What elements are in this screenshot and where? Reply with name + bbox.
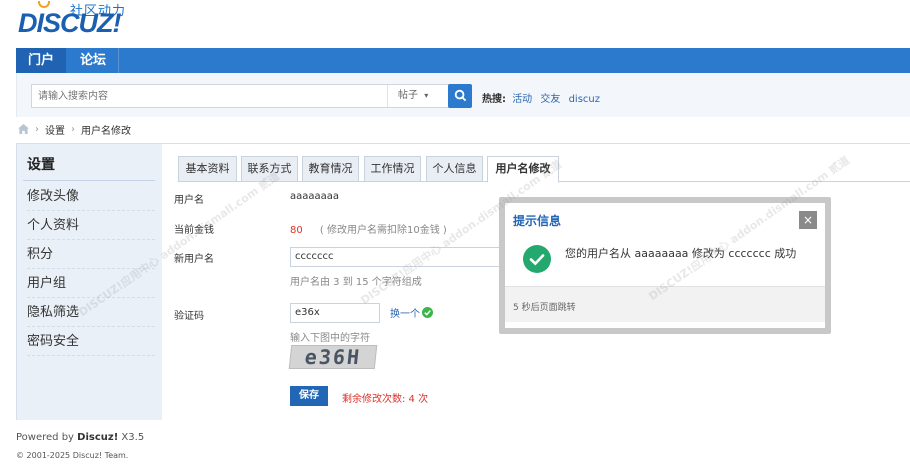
hot-link-discuz[interactable]: discuz (569, 94, 600, 105)
new-username-hint: 用户名由 3 到 15 个字符组成 (290, 277, 422, 288)
site-logo[interactable]: 社区动力 DISCUZ! (16, 0, 176, 40)
sidebar-item-password[interactable]: 密码安全 (27, 327, 155, 356)
breadcrumb-current: 用户名修改 (81, 125, 131, 137)
close-icon[interactable]: × (799, 211, 817, 229)
tab-rename[interactable]: 用户名修改 (487, 156, 559, 183)
nav-divider (118, 48, 119, 73)
captcha-hint: 输入下图中的字符 (290, 333, 370, 344)
hot-link-activity[interactable]: 活动 (512, 94, 532, 105)
hot-link-friends[interactable]: 交友 (540, 94, 560, 105)
money-value: 80 (290, 225, 303, 236)
logo-text: DISCUZ! (18, 8, 121, 38)
redirect-notice: 5 秒后页面跳转 (513, 303, 576, 313)
captcha-label: 验证码 (174, 311, 204, 322)
hot-search-label: 热搜: (482, 94, 506, 105)
modal-overlay-frame: 提示信息 × 您的用户名从 aaaaaaaa 修改为 ccccccc 成功 5 … (499, 197, 831, 334)
check-icon (422, 307, 433, 318)
money-row: 80 ( 修改用户名需扣除10金钱 ) (290, 221, 447, 236)
chevron-down-icon: ▾ (424, 91, 429, 100)
dialog-title: 提示信息 (513, 214, 562, 228)
username-label: 用户名 (174, 195, 204, 206)
copyright: © 2001-2025 Discuz! Team. (16, 451, 129, 460)
logo-orb-icon (38, 1, 50, 8)
new-username-input[interactable]: ccccccc (290, 247, 510, 267)
hot-search: 热搜: 活动 交友 discuz (482, 90, 605, 105)
search-icon (454, 89, 466, 102)
money-note: ( 修改用户名需扣除10金钱 ) (319, 225, 447, 236)
new-username-label: 新用户名 (174, 254, 214, 265)
search-type-select[interactable]: 帖子 ▾ (387, 85, 455, 107)
search-type-label: 帖子 (398, 90, 418, 101)
remaining-count: 剩余修改次数: 4 次 (342, 394, 429, 405)
sidebar-item-credits[interactable]: 积分 (27, 240, 155, 269)
tab-education[interactable]: 教育情况 (302, 156, 359, 182)
powered-version: X3.5 (118, 432, 145, 443)
sidebar-item-profile[interactable]: 个人资料 (27, 211, 155, 240)
tab-work[interactable]: 工作情况 (364, 156, 421, 182)
save-button[interactable]: 保存 (290, 386, 328, 406)
dialog-message: 您的用户名从 aaaaaaaa 修改为 ccccccc 成功 (565, 247, 797, 260)
settings-sidebar: 设置 修改头像 个人资料 积分 用户组 隐私筛选 密码安全 (16, 144, 162, 420)
captcha-input[interactable]: e36x (290, 303, 380, 323)
powered-prefix: Powered by (16, 432, 78, 443)
tab-basic-info[interactable]: 基本资料 (178, 156, 237, 182)
captcha-refresh-label: 换一个 (390, 309, 420, 320)
sidebar-item-avatar[interactable]: 修改头像 (27, 182, 155, 211)
main-nav: 门户 论坛 (16, 48, 910, 73)
search-button[interactable] (448, 84, 472, 108)
settings-tabs: 基本资料 联系方式 教育情况 工作情况 个人信息 用户名修改 (178, 156, 910, 183)
success-check-icon (523, 245, 551, 273)
breadcrumb-settings[interactable]: 设置 (45, 122, 65, 137)
breadcrumb-separator: › (35, 123, 39, 135)
sidebar-divider (23, 180, 155, 181)
powered-by: Powered by Discuz! X3.5 (16, 432, 144, 443)
breadcrumb-separator: › (71, 123, 75, 135)
tab-contact[interactable]: 联系方式 (241, 156, 298, 182)
notice-dialog: 提示信息 × 您的用户名从 aaaaaaaa 修改为 ccccccc 成功 5 … (505, 203, 825, 328)
breadcrumb: › 设置 › 用户名修改 (18, 121, 131, 137)
money-label: 当前金钱 (174, 225, 214, 236)
search-bar: 帖子 ▾ 热搜: 活动 交友 discuz (16, 73, 910, 117)
home-icon[interactable] (18, 124, 29, 134)
nav-item-portal[interactable]: 门户 (16, 48, 67, 73)
tab-personal[interactable]: 个人信息 (426, 156, 483, 182)
dialog-footer: 5 秒后页面跳转 (505, 286, 825, 322)
captcha-image[interactable]: e36H (288, 345, 378, 369)
username-value: aaaaaaaa (290, 191, 340, 202)
nav-item-forum[interactable]: 论坛 (68, 48, 119, 73)
captcha-refresh-link[interactable]: 换一个 (390, 305, 433, 320)
sidebar-item-usergroup[interactable]: 用户组 (27, 269, 155, 298)
powered-brand-link[interactable]: Discuz! (77, 432, 118, 443)
sidebar-title: 设置 (27, 157, 55, 173)
sidebar-item-privacy[interactable]: 隐私筛选 (27, 298, 155, 327)
